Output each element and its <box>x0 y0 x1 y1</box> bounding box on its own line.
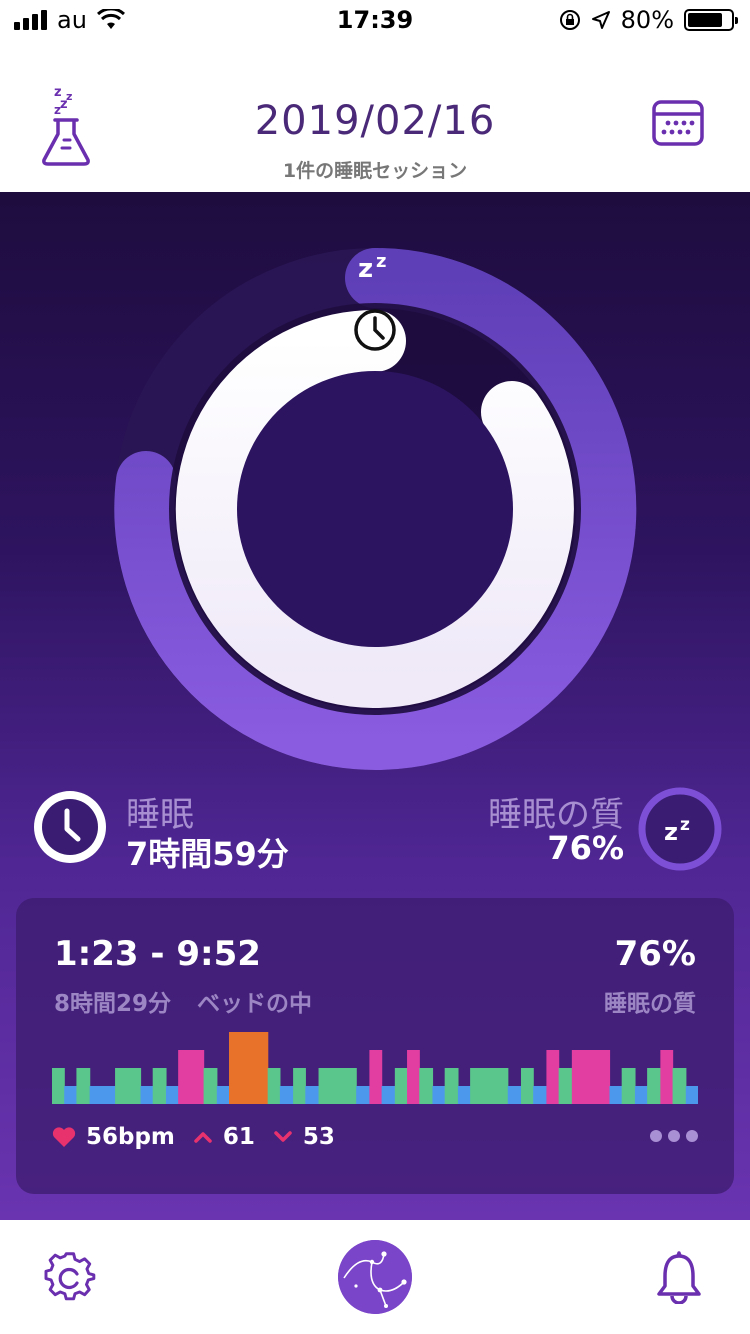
stage-bar-light <box>152 1068 167 1104</box>
clock-icon <box>354 309 396 351</box>
page-title[interactable]: 2019/02/16 <box>0 98 750 144</box>
stage-bar-light <box>520 1068 534 1104</box>
stage-bar-rem <box>407 1050 420 1104</box>
stage-bar-light <box>419 1068 434 1104</box>
stage-bar-deep <box>432 1086 446 1104</box>
zzz-icon: z z <box>638 787 722 871</box>
header: z z z z 2019/02/16 1件の睡眠セッション <box>0 40 750 192</box>
stage-bar-light <box>647 1068 661 1104</box>
stage-bar-deep <box>356 1086 371 1104</box>
quality-value: 76% <box>547 829 624 867</box>
rotation-lock-icon <box>559 10 580 30</box>
svg-text:z: z <box>376 251 386 272</box>
stage-bar-rem <box>178 1050 205 1104</box>
battery-icon <box>684 9 738 31</box>
stage-bar-light <box>76 1068 91 1104</box>
session-quality-label: 睡眠の質 <box>604 991 696 1017</box>
stage-bar-rem <box>660 1050 674 1104</box>
heart-rate-value: 56bpm <box>86 1124 175 1150</box>
main-panel: z z 睡眠 7時間59分 睡眠の質 76% z z 1:23 - 9:52 8… <box>0 192 750 1220</box>
stage-bar-light <box>470 1068 509 1104</box>
sleep-ring-chart: z z <box>114 248 637 770</box>
session-duration: 8時間29分 ベッドの中 <box>54 984 312 1018</box>
heart-icon <box>52 1127 76 1147</box>
svg-text:z: z <box>358 254 373 284</box>
stage-bar-light <box>394 1068 408 1104</box>
duration-value: 8時間29分 <box>54 991 172 1017</box>
session-time-range: 1:23 - 9:52 <box>54 934 261 974</box>
stage-bar-light <box>267 1068 281 1104</box>
stage-bar-light <box>444 1068 459 1104</box>
stage-bar-deep <box>381 1086 396 1104</box>
stage-bar-deep <box>634 1086 648 1104</box>
heart-rate-row: 56bpm 61 53 <box>52 1124 335 1150</box>
stage-bar-deep <box>685 1086 698 1104</box>
stage-bar-light <box>52 1068 65 1104</box>
bell-icon[interactable] <box>656 1250 702 1304</box>
stage-bar-deep <box>609 1086 623 1104</box>
chevron-down-icon <box>274 1131 292 1142</box>
location-icon <box>591 11 610 29</box>
tab-bar <box>0 1220 750 1334</box>
clock-icon <box>34 791 106 863</box>
stage-bar-awake <box>229 1032 256 1104</box>
constellation-icon[interactable] <box>338 1240 412 1314</box>
stage-bar-deep <box>64 1086 78 1104</box>
stage-bar-light <box>293 1068 306 1104</box>
more-options-icon[interactable] <box>650 1130 698 1142</box>
stage-bar-rem <box>369 1050 383 1104</box>
stage-bar-deep <box>279 1086 294 1104</box>
session-count: 1件の睡眠セッション <box>282 160 468 182</box>
stage-bar-light <box>203 1068 218 1104</box>
stage-bar-light <box>318 1068 357 1104</box>
stage-bar-light <box>558 1068 573 1104</box>
status-bar: au 17:39 80% <box>0 0 750 40</box>
sleep-quality-stat: 睡眠の質 76% z z <box>322 787 722 871</box>
sleep-value: 7時間59分 <box>126 835 289 873</box>
gear-icon[interactable] <box>44 1252 96 1304</box>
calendar-icon[interactable] <box>652 100 704 146</box>
session-quality-value: 76% <box>614 934 696 974</box>
stage-bar-deep <box>89 1086 116 1104</box>
stage-bar-deep <box>216 1086 230 1104</box>
stage-bar-deep <box>457 1086 471 1104</box>
stage-bar-light <box>115 1068 142 1104</box>
stage-bar-awake <box>254 1032 269 1104</box>
stage-bar-light <box>621 1068 636 1104</box>
stage-bar-deep <box>305 1086 320 1104</box>
sleep-stage-graph <box>52 1032 698 1104</box>
in-bed-label: ベッドの中 <box>197 991 313 1017</box>
stage-bar-light <box>672 1068 687 1104</box>
svg-text:z: z <box>664 818 678 846</box>
stage-bar-deep <box>165 1086 179 1104</box>
svg-text:z: z <box>680 815 690 835</box>
sleep-session-card[interactable]: 1:23 - 9:52 8時間29分 ベッドの中 76% 睡眠の質 56bpm 6… <box>16 898 734 1194</box>
stage-bar-deep <box>140 1086 154 1104</box>
battery-percent: 80% <box>620 6 674 34</box>
heart-rate-max: 61 <box>222 1124 255 1150</box>
heart-rate-min: 53 <box>302 1124 335 1150</box>
chevron-up-icon <box>194 1132 212 1143</box>
stage-bar-deep <box>507 1086 522 1104</box>
stage-bar-rem <box>571 1050 611 1104</box>
stage-bar-rem <box>546 1050 560 1104</box>
stage-bar-deep <box>533 1086 548 1104</box>
